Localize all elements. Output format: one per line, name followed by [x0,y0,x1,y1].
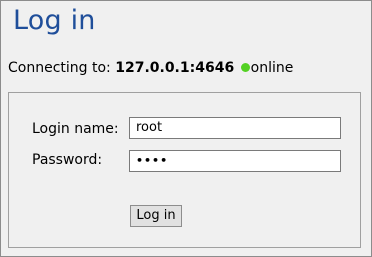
login-window: Log in Connecting to: 127.0.0.1:4646 onl… [0,0,372,257]
online-status-icon [240,63,250,72]
password-input[interactable]: •••• [129,150,341,172]
connection-host: 127.0.0.1:4646 [115,60,235,76]
page-title: Log in [13,5,96,36]
login-form-panel: Login name: root Password: •••• Log in [8,92,361,248]
login-name-input[interactable]: root [129,117,341,139]
login-button[interactable]: Log in [130,205,182,227]
connection-status: Connecting to: 127.0.0.1:4646 online [8,60,293,76]
connection-state: online [250,60,294,76]
connection-label: Connecting to: [8,60,111,76]
login-name-label: Login name: [32,121,119,137]
password-label: Password: [32,152,103,168]
